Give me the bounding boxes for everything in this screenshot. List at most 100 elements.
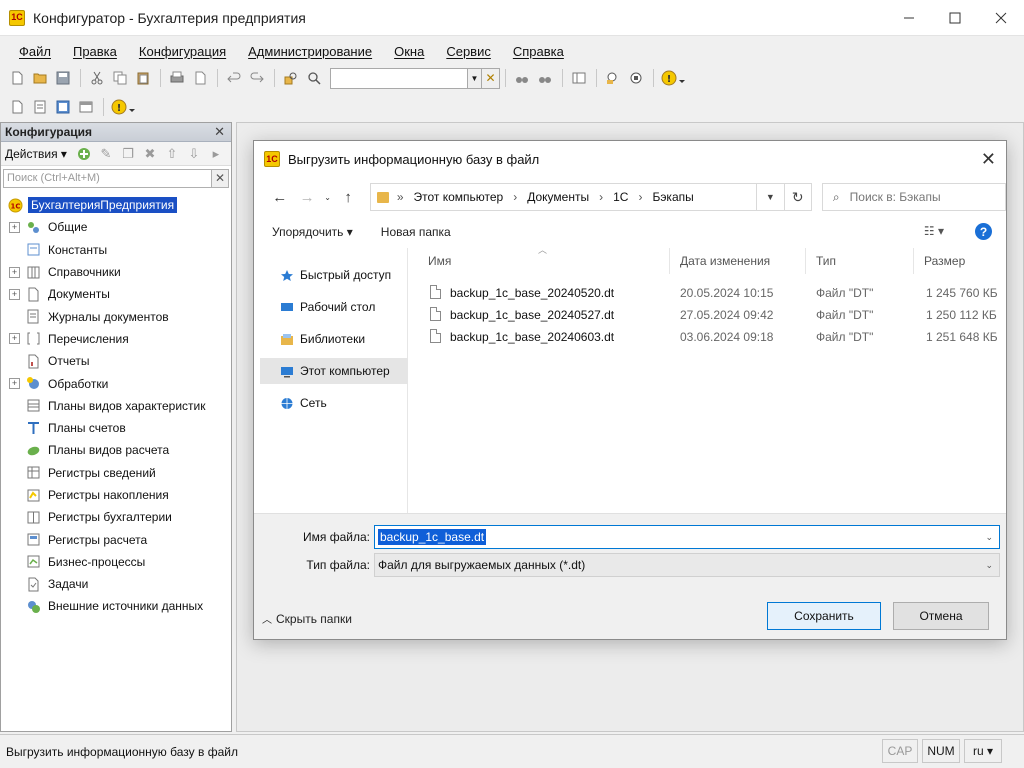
debug-button[interactable] (625, 67, 647, 89)
expand-icon[interactable]: + (9, 221, 20, 233)
properties-button[interactable] (568, 67, 590, 89)
tree-item[interactable]: Внешние источники данных (1, 595, 231, 617)
column-name[interactable]: Имя ︿ (418, 245, 670, 274)
nav-item[interactable]: Библиотеки (260, 326, 408, 352)
menu-administration[interactable]: Администрирование (237, 44, 383, 59)
up-button[interactable]: ↑ (334, 189, 361, 206)
more-icon[interactable]: ▸ (208, 146, 224, 162)
menu-file[interactable]: Файл (8, 44, 62, 59)
open-button[interactable] (29, 67, 51, 89)
nav-item[interactable]: Рабочий стол (260, 294, 408, 320)
tree-item[interactable]: Задачи (1, 573, 231, 595)
search-clear-button[interactable]: ✕ (482, 67, 500, 89)
tree-item[interactable]: Бизнес-процессы (1, 551, 231, 573)
search-dropdown-button[interactable]: ▼ (468, 67, 482, 89)
edit-icon[interactable]: ✎ (98, 146, 114, 162)
file-row[interactable]: backup_1c_base_20240520.dt 20.05.2024 10:… (418, 282, 1006, 304)
file-row[interactable]: backup_1c_base_20240527.dt 27.05.2024 09:… (418, 304, 1006, 326)
undo-button[interactable] (223, 67, 245, 89)
column-type[interactable]: Тип (806, 248, 914, 274)
address-dropdown-button[interactable]: ▼ (757, 183, 785, 211)
help-icon[interactable]: ? (975, 223, 992, 240)
info-button-2[interactable]: ! (109, 96, 139, 118)
cancel-button[interactable]: Отмена (893, 602, 989, 630)
tree-item[interactable]: Журналы документов (1, 305, 231, 327)
chevron-down-icon[interactable]: ⌄ (985, 532, 993, 543)
panel-search-input[interactable]: Поиск (Ctrl+Alt+M) (3, 168, 212, 188)
tree-item[interactable]: + Справочники (1, 261, 231, 283)
tree-item[interactable]: Константы (1, 239, 231, 261)
new-folder-button[interactable]: Новая папка (381, 225, 451, 239)
find-next-button[interactable] (511, 67, 533, 89)
window-button[interactable] (75, 96, 97, 118)
toolbar-search-input[interactable] (330, 67, 468, 89)
menu-help[interactable]: Справка (502, 44, 575, 59)
column-date[interactable]: Дата изменения (670, 248, 806, 274)
syntax-helper-button[interactable] (602, 67, 624, 89)
tree-item[interactable]: Планы видов расчета (1, 439, 231, 461)
minimize-button[interactable] (886, 0, 932, 36)
actions-menu-button[interactable]: Действия ▾ (5, 147, 67, 161)
print-button[interactable] (166, 67, 188, 89)
refresh-button[interactable]: ↻ (784, 183, 812, 211)
tree-item[interactable]: Планы видов характеристик (1, 395, 231, 417)
organize-button[interactable]: Упорядочить ▾ (272, 225, 353, 239)
move-up-icon[interactable]: ⇧ (164, 146, 180, 162)
nav-item[interactable]: Сеть (260, 390, 408, 416)
find-prev-button[interactable] (534, 67, 556, 89)
delete-icon[interactable]: ✖ (142, 146, 158, 162)
menu-edit[interactable]: Правка (62, 44, 128, 59)
column-size[interactable]: Размер (914, 248, 998, 274)
doc-button[interactable] (6, 96, 28, 118)
language-selector[interactable]: ru ▾ (964, 739, 1002, 763)
menu-windows[interactable]: Окна (383, 44, 435, 59)
address-bar[interactable]: » Этот компьютер › Документы › 1С › Бэка… (369, 183, 758, 211)
module-button[interactable] (52, 96, 74, 118)
dialog-close-button[interactable]: ✕ (981, 149, 996, 170)
add-icon[interactable] (76, 146, 92, 162)
view-options-button[interactable]: ☷ ▾ (924, 224, 944, 238)
panel-search-clear[interactable]: ✕ (212, 168, 229, 188)
breadcrumb-1c[interactable]: 1С (613, 190, 628, 204)
tree-item[interactable]: + Документы (1, 283, 231, 305)
paste-button[interactable] (132, 67, 154, 89)
nav-item[interactable]: Этот компьютер (260, 358, 408, 384)
copy-item-icon[interactable]: ❐ (120, 146, 136, 162)
file-row[interactable]: backup_1c_base_20240603.dt 03.06.2024 09:… (418, 326, 1006, 348)
nav-item[interactable]: Быстрый доступ (260, 262, 408, 288)
tree-root[interactable]: 1C БухгалтерияПредприятия (1, 194, 231, 216)
hide-folders-toggle[interactable]: ︿ Скрыть папки (262, 611, 352, 626)
cut-button[interactable] (86, 67, 108, 89)
new-button[interactable] (6, 67, 28, 89)
panel-close-button[interactable]: ✕ (214, 124, 225, 140)
back-button[interactable]: ← (266, 189, 293, 206)
tree-item[interactable]: + Обработки (1, 372, 231, 394)
tree-item[interactable]: Регистры бухгалтерии (1, 506, 231, 528)
tree-item[interactable]: Планы счетов (1, 417, 231, 439)
info-button[interactable]: ! (659, 67, 689, 89)
recent-dropdown-button[interactable]: ⌄ (321, 193, 335, 202)
filename-input[interactable]: backup_1c_base.dt ⌄ (374, 525, 1000, 549)
menu-service[interactable]: Сервис (435, 44, 502, 59)
tree-item[interactable]: Отчеты (1, 350, 231, 372)
filetype-select[interactable]: Файл для выгружаемых данных (*.dt) ⌄ (374, 553, 1000, 577)
copy-button[interactable] (109, 67, 131, 89)
maximize-button[interactable] (932, 0, 978, 36)
expand-icon[interactable]: + (9, 288, 20, 300)
tree-item[interactable]: Регистры сведений (1, 462, 231, 484)
find-in-tree-button[interactable] (280, 67, 302, 89)
save-toolbar-button[interactable] (52, 67, 74, 89)
menu-configuration[interactable]: Конфигурация (128, 44, 237, 59)
tree-item[interactable]: + Перечисления (1, 328, 231, 350)
expand-icon[interactable]: + (9, 266, 20, 278)
move-down-icon[interactable]: ⇩ (186, 146, 202, 162)
breadcrumb-this-pc[interactable]: Этот компьютер (414, 190, 504, 204)
breadcrumb-documents[interactable]: Документы (527, 190, 589, 204)
breadcrumb-overflow[interactable]: » (397, 190, 404, 204)
close-button[interactable] (978, 0, 1024, 36)
save-button[interactable]: Сохранить (767, 602, 881, 630)
folder-search-input[interactable]: ⌕ Поиск в: Бэкапы (821, 183, 1006, 211)
breadcrumb-backups[interactable]: Бэкапы (652, 190, 693, 204)
forward-button[interactable]: → (293, 189, 320, 206)
tree-item[interactable]: Регистры накопления (1, 484, 231, 506)
